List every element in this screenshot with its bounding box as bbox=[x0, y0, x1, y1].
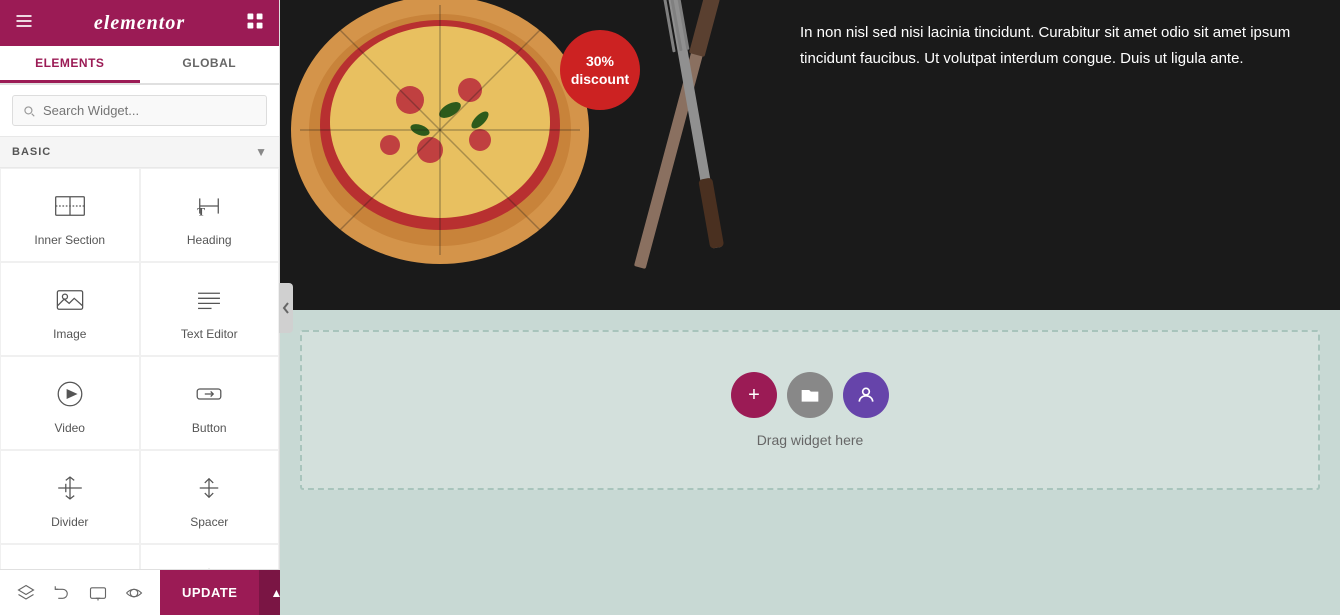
widget-inner-section[interactable]: Inner Section bbox=[0, 168, 140, 262]
add-element-button[interactable]: + bbox=[731, 372, 777, 418]
basic-label: BASIC bbox=[12, 146, 51, 158]
divider-icon bbox=[51, 469, 89, 507]
video-icon bbox=[51, 375, 89, 413]
search-bar bbox=[0, 85, 279, 136]
canvas-area: 30% discount In non nisl sed nisi lacini… bbox=[280, 0, 1340, 615]
add-saved-button[interactable] bbox=[843, 372, 889, 418]
tab-global[interactable]: GLOBAL bbox=[140, 46, 280, 83]
responsive-icon[interactable] bbox=[80, 575, 116, 611]
widget-image[interactable]: Image bbox=[0, 262, 140, 356]
panel-tabs: ELEMENTS GLOBAL bbox=[0, 46, 279, 85]
search-input[interactable] bbox=[12, 95, 267, 126]
button-icon bbox=[190, 375, 228, 413]
svg-text:T: T bbox=[197, 205, 205, 218]
utensils-svg bbox=[610, 0, 760, 300]
discount-line1: 30% bbox=[586, 52, 614, 70]
basic-section-header[interactable]: BASIC ▼ bbox=[0, 136, 279, 168]
tab-elements[interactable]: ELEMENTS bbox=[0, 46, 140, 83]
discount-badge: 30% discount bbox=[560, 30, 640, 110]
text-editor-icon bbox=[190, 281, 228, 319]
bottom-icons bbox=[0, 575, 160, 611]
grid-icon[interactable] bbox=[245, 11, 265, 36]
widget-image-label: Image bbox=[53, 327, 86, 341]
canvas-body-text: In non nisl sed nisi lacinia tincidunt. … bbox=[770, 0, 1340, 91]
update-button[interactable]: UPDATE bbox=[160, 570, 259, 615]
widget-divider-label: Divider bbox=[51, 515, 88, 529]
undo-icon[interactable] bbox=[44, 575, 80, 611]
section-collapse-arrow: ▼ bbox=[255, 145, 267, 159]
panel-header: elementor bbox=[0, 0, 279, 46]
widget-divider[interactable]: Divider bbox=[0, 450, 140, 544]
canvas-dark-section: 30% discount In non nisl sed nisi lacini… bbox=[280, 0, 1340, 310]
widget-video-label: Video bbox=[55, 421, 85, 435]
preview-icon[interactable] bbox=[116, 575, 152, 611]
update-btn-wrapper: UPDATE ▲ bbox=[160, 570, 292, 615]
image-icon bbox=[51, 281, 89, 319]
hamburger-icon[interactable] bbox=[14, 11, 34, 36]
widget-text-editor[interactable]: Text Editor bbox=[140, 262, 280, 356]
left-panel: elementor ELEMENTS GLOBAL BASIC ▼ bbox=[0, 0, 280, 615]
widget-heading-label: Heading bbox=[187, 233, 232, 247]
widget-button[interactable]: Button bbox=[140, 356, 280, 450]
widget-heading[interactable]: T Heading bbox=[140, 168, 280, 262]
spacer-icon bbox=[190, 469, 228, 507]
widget-spacer[interactable]: Spacer bbox=[140, 450, 280, 544]
canvas-light-section: + Drag widget here bbox=[280, 310, 1340, 615]
pizza-image bbox=[280, 0, 600, 290]
add-template-button[interactable] bbox=[787, 372, 833, 418]
layers-icon[interactable] bbox=[8, 575, 44, 611]
widget-video[interactable]: Video bbox=[0, 356, 140, 450]
inner-section-icon bbox=[51, 187, 89, 225]
heading-icon: T bbox=[190, 187, 228, 225]
widget-spacer-label: Spacer bbox=[190, 515, 228, 529]
body-paragraph: In non nisl sed nisi lacinia tincidunt. … bbox=[800, 20, 1310, 71]
widgets-grid: Inner Section T Heading bbox=[0, 168, 279, 569]
action-buttons: + bbox=[731, 372, 889, 418]
widget-maps[interactable]: Maps bbox=[0, 544, 140, 569]
widget-text-editor-label: Text Editor bbox=[181, 327, 238, 341]
bottom-bar: UPDATE ▲ bbox=[0, 569, 279, 615]
app-logo: elementor bbox=[94, 12, 185, 35]
widget-button-label: Button bbox=[192, 421, 227, 435]
drop-zone[interactable]: + Drag widget here bbox=[300, 330, 1320, 490]
widget-inner-section-label: Inner Section bbox=[34, 233, 105, 247]
discount-line2: discount bbox=[571, 70, 629, 88]
collapse-handle[interactable] bbox=[279, 283, 293, 333]
drag-widget-text: Drag widget here bbox=[757, 432, 864, 448]
widget-icon[interactable]: Icon bbox=[140, 544, 280, 569]
